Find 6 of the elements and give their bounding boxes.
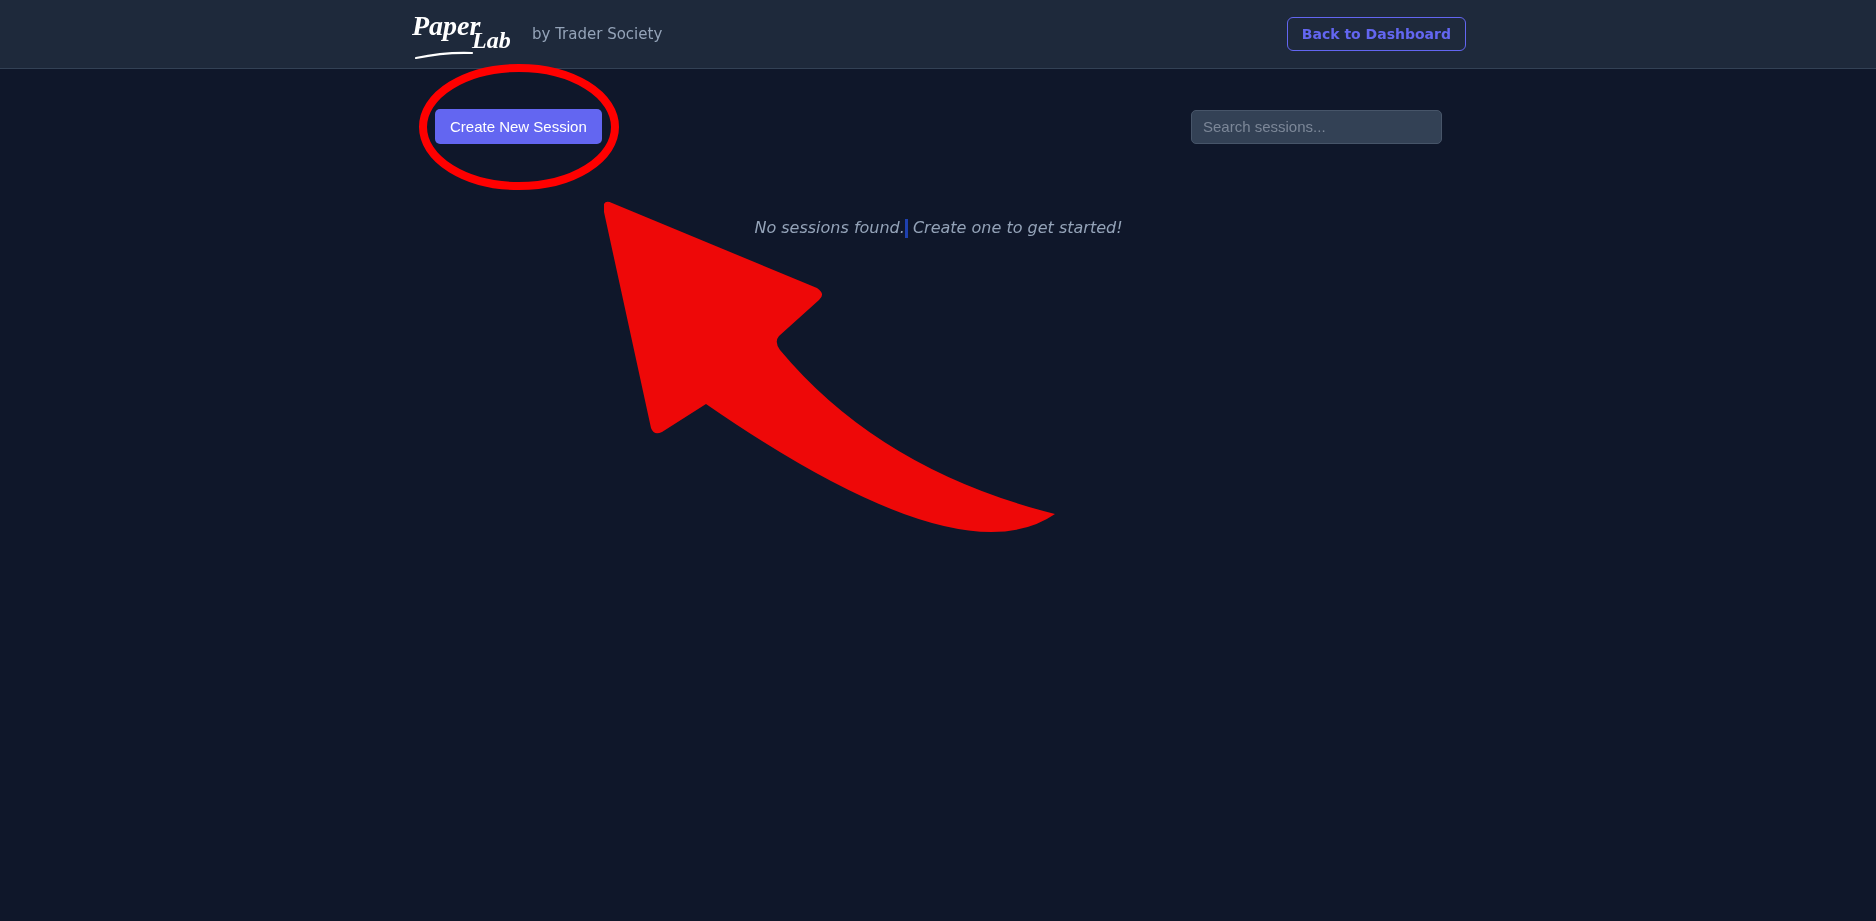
empty-message: No sessions found. Create one to get started! — [753, 218, 1124, 239]
search-field[interactable]: Search sessions... — [1191, 109, 1442, 144]
tagline: by Trader Society — [532, 25, 663, 43]
logo-underline-icon — [414, 50, 474, 60]
back-to-dashboard-button[interactable]: Back to Dashboard — [1286, 17, 1466, 51]
create-session-button[interactable]: Create New Session — [435, 109, 602, 144]
